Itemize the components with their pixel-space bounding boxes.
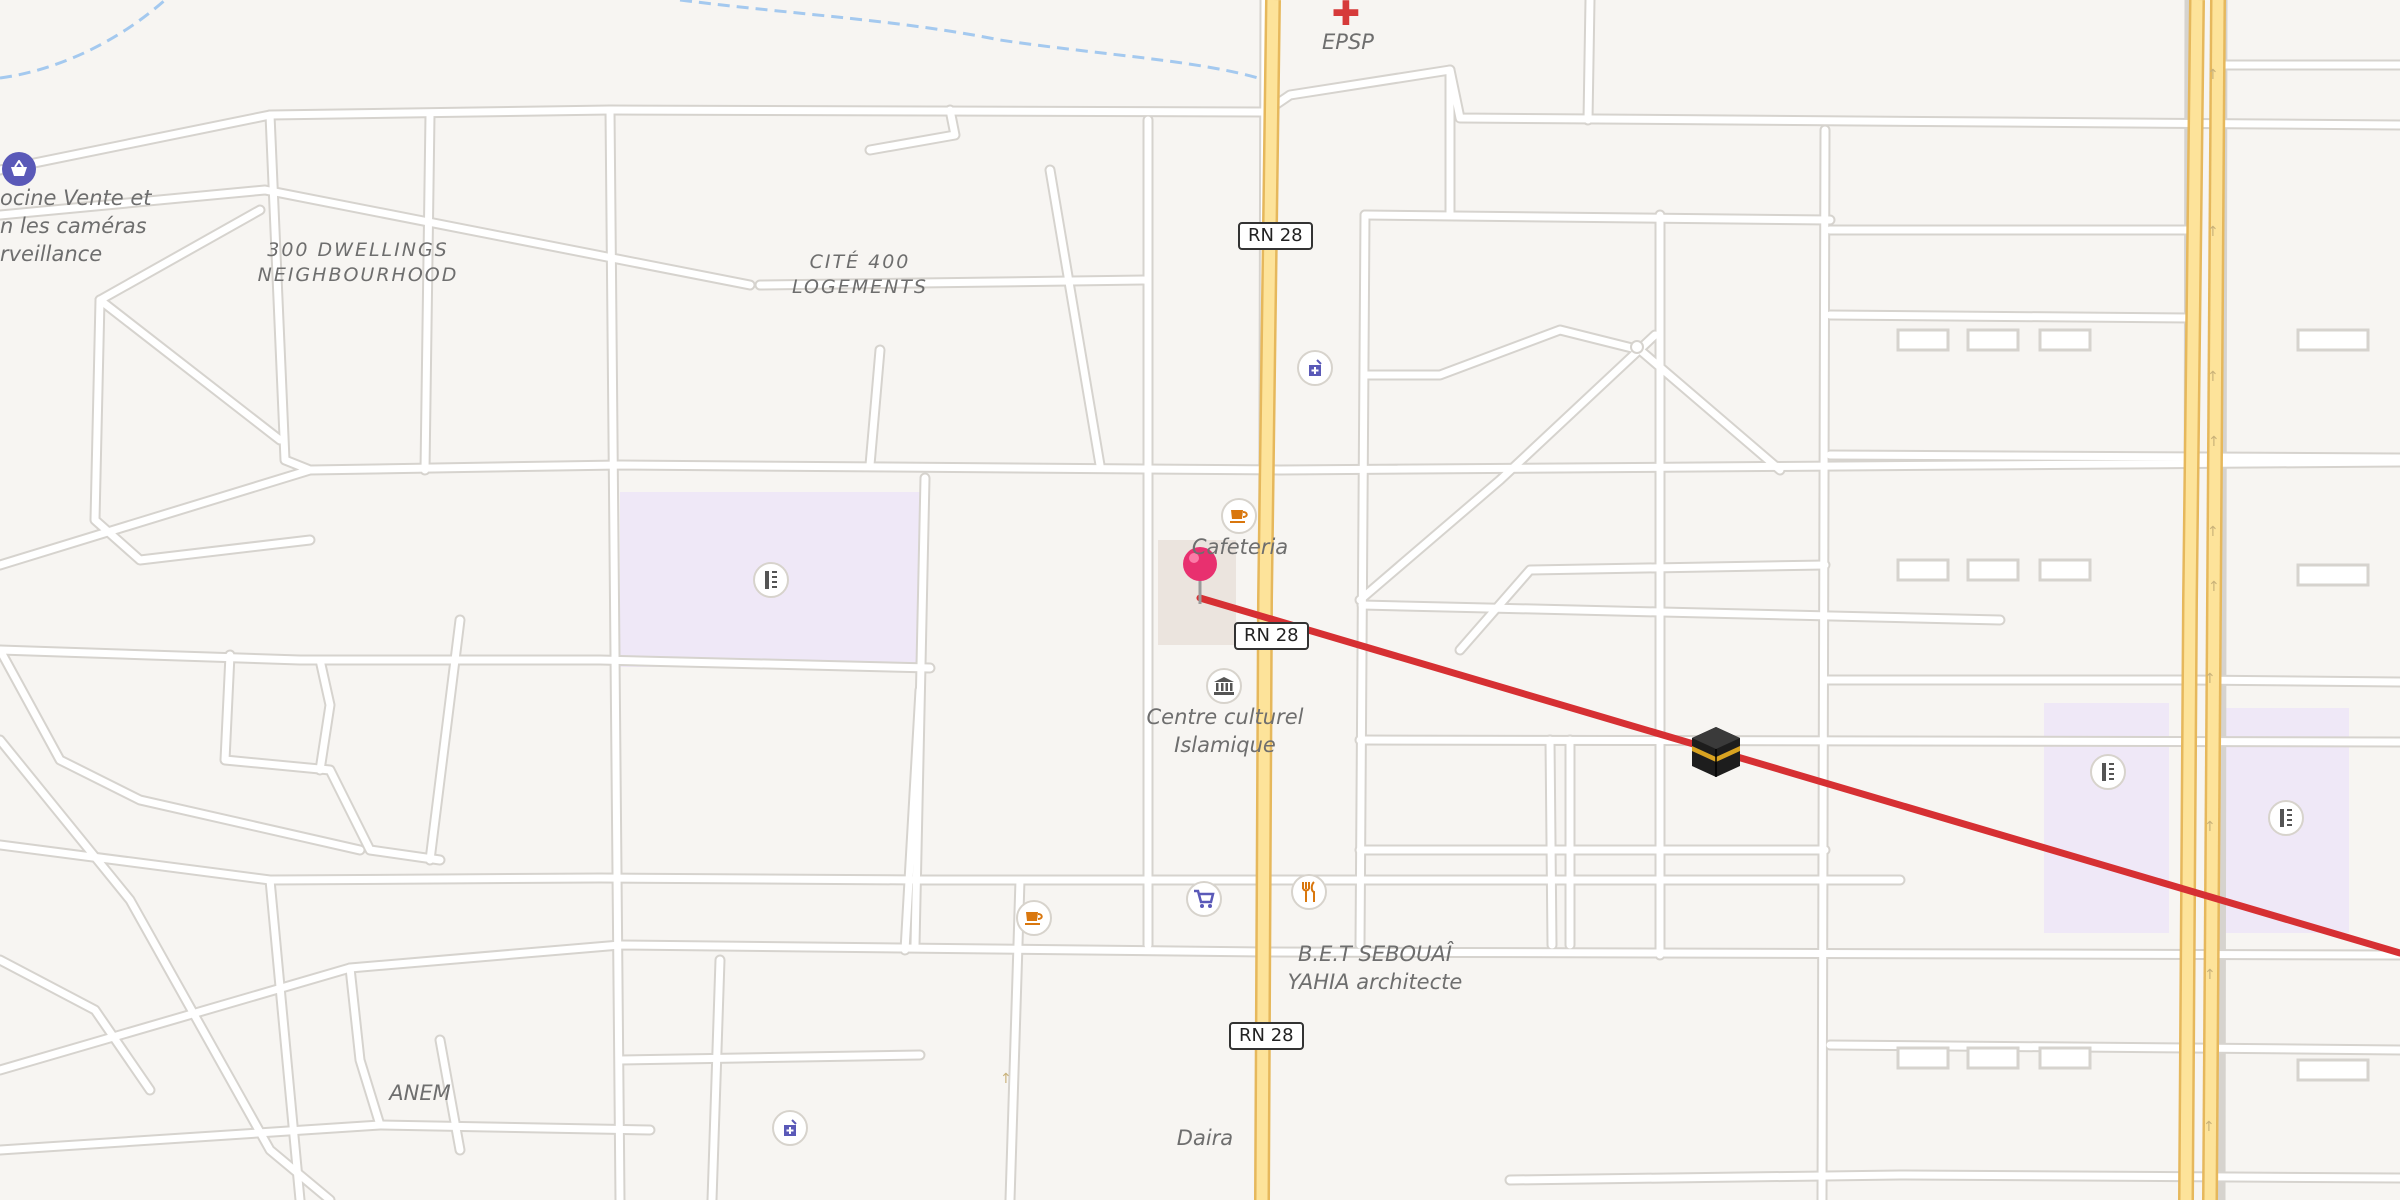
roundabout (1630, 340, 1644, 354)
poi-label-centre-culturel-line2: Islamique (1174, 733, 1276, 757)
area-label-300-dwellings-line2: NEIGHBOURHOOD (257, 264, 459, 286)
one-way-arrow-icon: ↑ (1000, 1071, 1012, 1087)
poi-label-anem: ANEM (389, 1081, 451, 1105)
school-icon[interactable] (2268, 800, 2304, 836)
one-way-arrow-icon: ↑ (2204, 671, 2216, 687)
poi-label-bet-sebouai-line2: YAHIA architecte (1287, 970, 1463, 994)
waterway (679, 0, 1266, 82)
one-way-arrow-icon: ↑ (2207, 369, 2219, 385)
poi-label-centre-culturel-line1: Centre culturel (1146, 705, 1304, 729)
cafe-icon[interactable] (1221, 498, 1257, 534)
road-shield: RN 28 (1238, 222, 1313, 250)
pharmacy-icon[interactable] (772, 1110, 808, 1146)
one-way-arrow-icon: ↑ (2204, 819, 2216, 835)
poi-label-bet-sebouai: B.E.T SEBOUAÎ YAHIA architecte (1260, 940, 1490, 996)
poi-label-shop: ocine Vente et n les caméras rveillance (0, 184, 151, 268)
area-label-300-dwellings: 300 DWELLINGS NEIGHBOURHOOD (240, 238, 476, 288)
shopping-basket-icon[interactable] (2, 152, 36, 186)
waterway (0, 0, 166, 80)
area-label-300-dwellings-line1: 300 DWELLINGS (267, 239, 449, 261)
poi-label-daira: Daira (1176, 1126, 1234, 1150)
poi-label-bet-sebouai-line1: B.E.T SEBOUAÎ (1298, 942, 1452, 966)
school-icon[interactable] (753, 562, 789, 598)
one-way-arrow-icon: ↑ (2204, 967, 2216, 983)
one-way-arrow-icon: ↑ (2208, 434, 2220, 450)
area-label-cite-400-line1: CITÉ 400 (809, 251, 911, 273)
area-label-cite-400: CITÉ 400 LOGEMENTS (760, 250, 960, 300)
one-way-arrow-icon: ↑ (2207, 67, 2219, 83)
one-way-arrow-icon: ↑ (2203, 1119, 2215, 1135)
school-icon[interactable] (2090, 754, 2126, 790)
poi-label-centre-culturel: Centre culturel Islamique (1130, 703, 1320, 759)
kaaba-qibla-icon[interactable] (1688, 724, 1744, 784)
one-way-arrow-icon: ↑ (2207, 524, 2219, 540)
poi-label-shop-line2: n les caméras (0, 214, 147, 238)
cafe-icon[interactable] (1016, 900, 1052, 936)
poi-label-shop-line1: ocine Vente et (0, 186, 152, 210)
restaurant-icon[interactable] (1291, 874, 1327, 910)
road-shield: RN 28 (1229, 1022, 1304, 1050)
one-way-arrow-icon: ↑ (2207, 224, 2219, 240)
one-way-arrow-icon: ↑ (2208, 579, 2220, 595)
museum-icon[interactable] (1206, 668, 1242, 704)
area-label-cite-400-line2: LOGEMENTS (792, 276, 928, 298)
poi-label-cafeteria: Cafeteria (1191, 535, 1289, 559)
poi-label-epsp: EPSP (1322, 30, 1374, 54)
road-shield: RN 28 (1234, 622, 1309, 650)
poi-label-shop-line3: rveillance (0, 242, 103, 266)
highway-east[interactable] (2178, 0, 2226, 1200)
highway-rn28[interactable] (1254, 0, 1281, 1200)
pharmacy-icon[interactable] (1297, 350, 1333, 386)
shopping-cart-icon[interactable] (1186, 881, 1222, 917)
